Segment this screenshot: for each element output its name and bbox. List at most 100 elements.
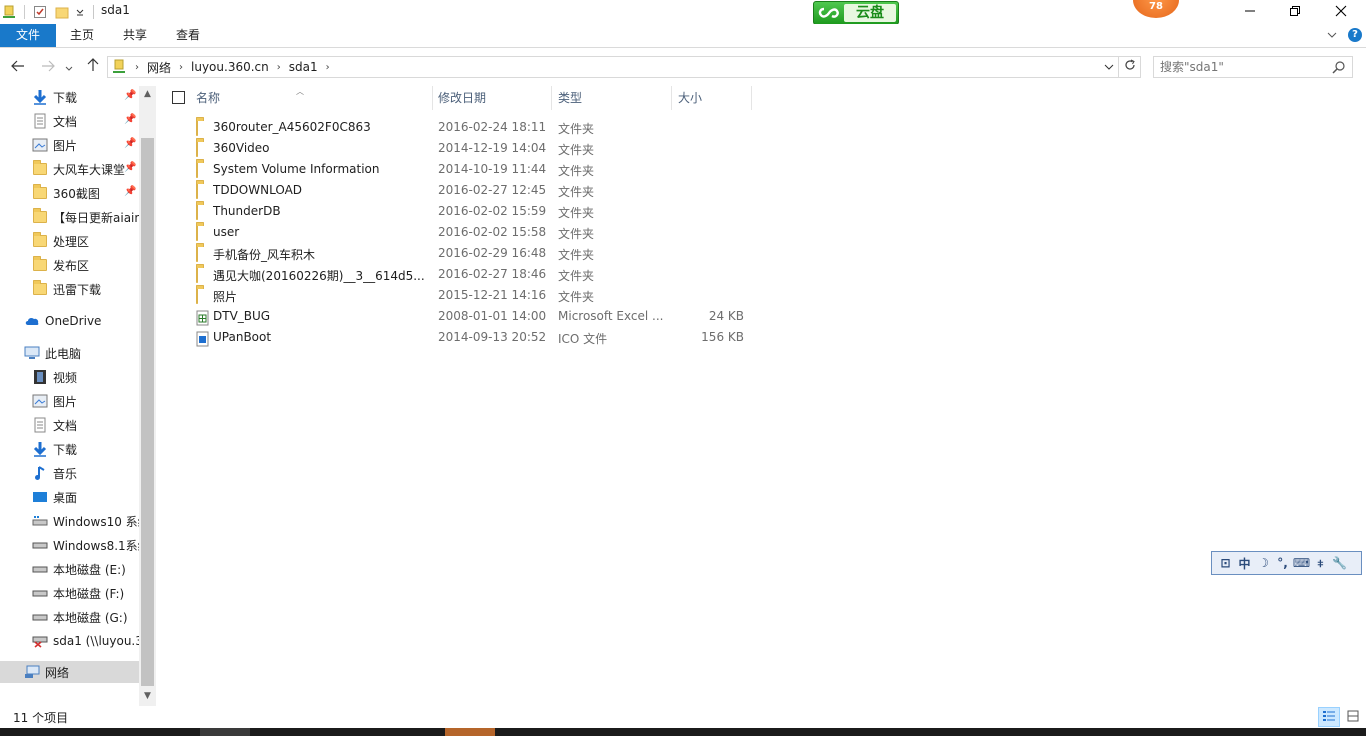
breadcrumb-sda1[interactable]: sda1 <box>283 60 324 74</box>
nav-item-quick-thunder-downloads[interactable]: 迅雷下载 <box>0 278 139 300</box>
nav-item-pc-win81[interactable]: Windows8.1系统 <box>0 534 139 556</box>
nav-item-pc-win10[interactable]: Windows10 系统 <box>0 510 139 532</box>
restore-button[interactable] <box>1272 0 1318 24</box>
file-row[interactable]: ThunderDB 2016-02-02 15:59 文件夹 <box>189 201 751 222</box>
explorer-app-icon[interactable] <box>2 5 16 19</box>
customize-toolbar-chevron-icon[interactable] <box>75 5 85 19</box>
file-row[interactable]: DTV_BUG 2008-01-01 14:00 Microsoft Excel .… <box>189 306 751 327</box>
scroll-down-arrow-icon[interactable]: ▼ <box>139 688 156 704</box>
file-row[interactable]: 遇见大咖(20160226期)__3__614d5... 2016-02-27 1… <box>189 264 751 285</box>
nav-item-quick-daily-update[interactable]: 【每日更新aiain <box>0 206 139 228</box>
large-icons-view-button[interactable] <box>1342 707 1364 727</box>
nav-item-this-pc[interactable]: 此电脑 <box>0 342 139 364</box>
minimize-button[interactable] <box>1227 0 1273 24</box>
file-type: 文件夹 <box>558 248 595 262</box>
column-header-name[interactable]: 名称 <box>196 86 432 110</box>
back-arrow-icon <box>11 58 25 76</box>
pin-icon[interactable]: 📌 <box>124 114 136 125</box>
search-box[interactable] <box>1153 56 1353 78</box>
document-icon <box>32 417 48 433</box>
file-row[interactable]: System Volume Information 2014-10-19 11:4… <box>189 159 751 180</box>
nav-item-quick-documents[interactable]: 文档 📌 <box>0 110 139 132</box>
keyboard-icon[interactable]: ⌨ <box>1292 556 1311 570</box>
punctuation-icon[interactable]: °, <box>1273 556 1292 570</box>
breadcrumb-separator[interactable]: › <box>177 62 185 73</box>
navigation-pane: 下载 📌 文档 📌 图片 📌 大风车大课堂 📌 360截图 📌 【每日更新aia… <box>0 86 156 706</box>
nav-item-network[interactable]: 网络 <box>0 661 139 683</box>
refresh-button[interactable] <box>1119 56 1141 78</box>
folder-icon <box>196 246 198 262</box>
taskbar-item[interactable] <box>200 728 250 736</box>
ime-mode-toggle[interactable]: 中 <box>1235 555 1254 572</box>
pin-icon[interactable]: 📌 <box>124 138 136 149</box>
nav-item-pc-documents[interactable]: 文档 <box>0 414 139 436</box>
file-row[interactable]: 360Video 2014-12-19 14:04 文件夹 <box>189 138 751 159</box>
nav-pane-scrollbar[interactable]: ▲ ▼ <box>139 86 156 706</box>
column-header-date[interactable]: 修改日期 <box>438 86 550 110</box>
nav-item-pc-music[interactable]: 音乐 <box>0 462 139 484</box>
close-icon <box>1335 5 1347 20</box>
wrench-icon[interactable]: 🔧 <box>1330 556 1349 570</box>
file-row[interactable]: 360router_A45602F0C863 2016-02-24 18:11 文件… <box>189 117 751 138</box>
folder-icon <box>33 208 47 223</box>
nav-item-quick-dafengche[interactable]: 大风车大课堂 📌 <box>0 158 139 180</box>
pin-icon[interactable]: 📌 <box>124 162 136 173</box>
file-row[interactable]: TDDOWNLOAD 2016-02-27 12:45 文件夹 <box>189 180 751 201</box>
tab-share[interactable]: 共享 <box>108 24 162 47</box>
moon-icon[interactable]: ☽ <box>1254 556 1273 570</box>
nav-item-onedrive[interactable]: OneDrive <box>0 310 139 332</box>
taskbar-item[interactable] <box>445 728 495 736</box>
nav-item-pc-drive-g[interactable]: 本地磁盘 (G:) <box>0 606 139 628</box>
address-history-chevron-icon[interactable] <box>1104 61 1114 76</box>
nav-item-quick-publish[interactable]: 发布区 <box>0 254 139 276</box>
file-name: 手机备份_风车积木 <box>213 248 316 262</box>
breadcrumb-separator[interactable]: › <box>275 62 283 73</box>
column-header-size[interactable]: 大小 <box>678 86 750 110</box>
details-view-button[interactable] <box>1318 707 1340 727</box>
ime-toolbar[interactable]: ⊡ 中 ☽ °, ⌨ ⧧ 🔧 <box>1211 551 1362 575</box>
breadcrumb-separator[interactable]: › <box>127 62 141 73</box>
nav-item-pc-sda1[interactable]: sda1 (\\luyou.360.cn) <box>0 630 139 652</box>
file-row[interactable]: user 2016-02-02 15:58 文件夹 <box>189 222 751 243</box>
address-bar[interactable]: › 网络 › luyou.360.cn › sda1 › <box>107 56 1119 78</box>
back-button[interactable] <box>8 57 28 77</box>
nav-item-pc-drive-f[interactable]: 本地磁盘 (F:) <box>0 582 139 604</box>
nav-item-pc-downloads[interactable]: 下载 <box>0 438 139 460</box>
nav-item-quick-downloads[interactable]: 下载 📌 <box>0 86 139 108</box>
column-header-type[interactable]: 类型 <box>558 86 670 110</box>
breadcrumb-luyou[interactable]: luyou.360.cn <box>185 60 275 74</box>
pin-icon[interactable]: 📌 <box>124 186 136 197</box>
scroll-up-arrow-icon[interactable]: ▲ <box>139 86 156 102</box>
breadcrumb-network[interactable]: 网络 <box>141 59 177 76</box>
tab-file[interactable]: 文件 <box>0 24 56 47</box>
select-all-checkbox[interactable] <box>172 91 185 104</box>
tools-icon[interactable]: ⧧ <box>1311 556 1330 571</box>
file-row[interactable]: 手机备份_风车积木 2016-02-29 16:48 文件夹 <box>189 243 751 264</box>
up-button[interactable] <box>83 57 103 77</box>
nav-item-pc-videos[interactable]: 视频 <box>0 366 139 388</box>
nav-item-quick-pictures[interactable]: 图片 📌 <box>0 134 139 156</box>
recent-locations-button[interactable] <box>62 57 76 77</box>
ime-logo-icon[interactable]: ⊡ <box>1216 556 1235 570</box>
search-input[interactable] <box>1154 57 1324 77</box>
breadcrumb-separator[interactable]: › <box>324 62 332 73</box>
nav-item-quick-360screenshots[interactable]: 360截图 📌 <box>0 182 139 204</box>
close-button[interactable] <box>1318 0 1364 24</box>
help-button[interactable]: ? <box>1348 28 1362 42</box>
forward-button[interactable] <box>38 57 58 77</box>
nav-item-pc-desktop[interactable]: 桌面 <box>0 486 139 508</box>
tab-home[interactable]: 主页 <box>56 24 108 47</box>
nav-item-quick-processing[interactable]: 处理区 <box>0 230 139 252</box>
new-folder-icon[interactable] <box>55 5 69 19</box>
properties-icon[interactable] <box>33 5 47 19</box>
file-row[interactable]: 照片 2015-12-21 14:16 文件夹 <box>189 285 751 306</box>
yunpan-button[interactable]: 云盘 <box>813 1 899 25</box>
expand-ribbon-button[interactable] <box>1326 28 1338 42</box>
nav-item-pc-drive-e[interactable]: 本地磁盘 (E:) <box>0 558 139 580</box>
file-row[interactable]: UPanBoot 2014-09-13 20:52 ICO 文件 156 KB <box>189 327 751 348</box>
scrollbar-thumb[interactable] <box>141 138 154 686</box>
tab-view[interactable]: 查看 <box>162 24 214 47</box>
pin-icon[interactable]: 📌 <box>124 90 136 101</box>
floating-badge[interactable]: 78 <box>1133 0 1179 18</box>
nav-item-pc-pictures[interactable]: 图片 <box>0 390 139 412</box>
